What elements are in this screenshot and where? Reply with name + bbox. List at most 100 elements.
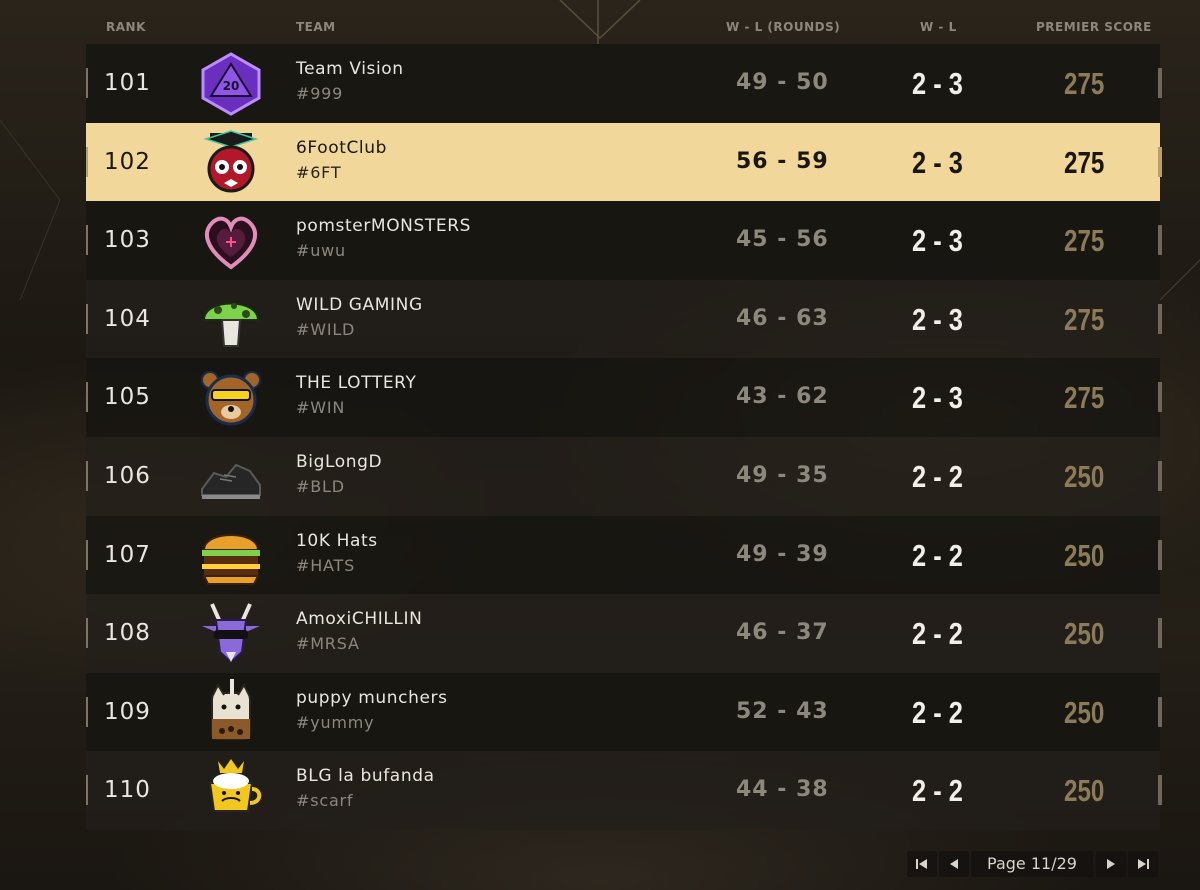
first-page-button[interactable] xyxy=(907,851,937,877)
row-edge-marker xyxy=(1158,225,1162,256)
bubble-tea-cat-icon xyxy=(211,678,251,740)
premier-score-value: 250 xyxy=(1064,694,1105,730)
svg-text:20: 20 xyxy=(223,79,240,93)
premier-score-value: 275 xyxy=(1064,144,1105,180)
row-edge-marker xyxy=(86,775,88,806)
wl-rounds-value: 56 - 59 xyxy=(736,148,829,174)
premier-score-value: 275 xyxy=(1064,66,1105,101)
team-tag: #WILD xyxy=(296,319,356,339)
team-tag: #uwu xyxy=(296,241,346,261)
chevron-right-icon xyxy=(1107,859,1115,869)
team-tag: #yummy xyxy=(296,712,375,732)
skip-last-icon xyxy=(1138,859,1149,869)
premier-score-value: 250 xyxy=(1064,773,1105,809)
team-name: 6FootClub xyxy=(296,137,388,158)
wl-value: 2 - 2 xyxy=(912,616,963,652)
wl-rounds-value: 43 - 62 xyxy=(736,384,829,410)
row-edge-marker xyxy=(1158,68,1162,98)
next-page-button[interactable] xyxy=(1096,851,1126,877)
team-row[interactable]: 108 AmoxiCHILLIN #MRSA 46 - 37 2 - 2 250 xyxy=(86,594,1162,673)
goat-sunglasses-icon xyxy=(202,603,260,664)
team-tag: #BLD xyxy=(296,476,345,496)
row-edge-marker xyxy=(1158,303,1162,334)
last-page-button[interactable] xyxy=(1128,851,1158,877)
row-edge-marker xyxy=(86,539,88,570)
team-row[interactable]: 106 BigLongD #BLD 49 - 35 2 - 2 250 xyxy=(86,436,1162,516)
team-column-header: TEAM xyxy=(296,20,336,34)
team-row[interactable]: 102 6FootClub #6FT 56 - 59 2 - 3 275 xyxy=(86,122,1162,202)
row-edge-marker xyxy=(86,382,88,413)
team-tag: #WIN xyxy=(296,398,346,418)
team-tag: #999 xyxy=(296,84,344,103)
team-row[interactable]: 101 20 Team Vision #999 49 - 50 2 - 3 275 xyxy=(86,44,1162,123)
team-name: BLG la bufanda xyxy=(296,766,435,787)
mushroom-icon xyxy=(202,302,260,347)
team-rank: 108 xyxy=(104,620,151,647)
wl-value: 2 - 3 xyxy=(912,66,963,101)
team-tag: #scarf xyxy=(296,791,354,811)
team-row[interactable]: 105 THE LOTTERY #WIN 43 - 62 2 - 3 275 xyxy=(86,358,1162,437)
wl-rounds-value: 45 - 56 xyxy=(736,227,829,253)
team-rank: 104 xyxy=(104,305,151,332)
team-name: pomsterMONSTERS xyxy=(296,216,472,237)
team-row[interactable]: 110 BLG la bufanda #scarf 44 - 38 2 - 2 250 xyxy=(86,751,1162,830)
wl-rounds-value: 49 - 39 xyxy=(736,541,829,567)
page-indicator: Page 11/29 xyxy=(971,851,1093,877)
team-name: Team Vision xyxy=(296,59,404,79)
team-row[interactable]: 107 10K Hats #HATS 49 - 39 2 - 2 250 xyxy=(86,515,1162,595)
rank-column-header: RANK xyxy=(106,20,146,34)
wl-rounds-value: 49 - 50 xyxy=(736,70,829,95)
wl-column-header: W - L xyxy=(920,20,957,34)
leaderboard-table: 101 20 Team Vision #999 49 - 50 2 - 3 275 102 6F… xyxy=(86,44,1162,830)
team-tag: #MRSA xyxy=(296,634,360,654)
team-rank: 103 xyxy=(104,227,151,254)
row-edge-marker xyxy=(1158,539,1162,570)
wl-value: 2 - 3 xyxy=(912,380,963,416)
team-rank: 107 xyxy=(104,541,151,568)
chevron-left-icon xyxy=(950,859,958,869)
wl-value: 2 - 3 xyxy=(912,144,963,180)
premier-score-value: 275 xyxy=(1064,301,1105,337)
team-rank: 102 xyxy=(104,148,151,175)
row-edge-marker xyxy=(1158,146,1162,177)
previous-page-button[interactable] xyxy=(939,851,969,877)
team-tag: #HATS xyxy=(296,555,356,575)
wl-value: 2 - 2 xyxy=(912,773,963,809)
row-edge-marker xyxy=(86,460,88,491)
premier-score-column-header: PREMIER SCORE xyxy=(1036,20,1152,34)
purple-d20-dice-icon: 20 xyxy=(201,52,261,116)
premier-score-value: 250 xyxy=(1064,616,1105,652)
row-edge-marker xyxy=(86,303,88,334)
premier-score-value: 275 xyxy=(1064,380,1105,416)
bear-sunglasses-icon xyxy=(201,371,261,426)
row-edge-marker xyxy=(1158,382,1162,413)
leaderboard-header: RANK TEAM W - L (ROUNDS) W - L PREMIER S… xyxy=(86,0,1160,44)
row-edge-marker xyxy=(1158,775,1162,806)
wl-rounds-value: 52 - 43 xyxy=(736,698,829,724)
team-rank: 106 xyxy=(104,462,151,489)
team-row[interactable]: 103 pomsterMONSTERS #uwu 45 - 56 2 - 3 275 xyxy=(86,201,1162,280)
wl-rounds-value: 46 - 37 xyxy=(736,620,829,646)
row-edge-marker xyxy=(86,696,88,727)
row-edge-marker xyxy=(86,225,88,256)
team-rank: 101 xyxy=(104,70,151,96)
heart-icon xyxy=(205,216,257,270)
graduate-owl-icon xyxy=(203,129,259,193)
team-row[interactable]: 109 puppy munchers #yummy 52 - 43 2 - 2 250 xyxy=(86,672,1162,752)
team-rank: 105 xyxy=(104,384,151,411)
crowned-teacup-icon xyxy=(208,759,262,813)
wl-value: 2 - 2 xyxy=(912,694,963,730)
team-name: BigLongD xyxy=(296,451,383,472)
row-edge-marker xyxy=(86,146,88,177)
premier-score-value: 275 xyxy=(1064,223,1105,259)
skip-first-icon xyxy=(916,859,927,869)
team-name: puppy munchers xyxy=(296,687,448,708)
team-rank: 110 xyxy=(104,777,151,804)
sneaker-icon xyxy=(201,463,261,499)
row-edge-marker xyxy=(86,618,88,649)
wl-rounds-value: 49 - 35 xyxy=(736,462,829,488)
team-row[interactable]: 104 WILD GAMING #WILD 46 - 63 2 - 3 275 xyxy=(86,279,1162,359)
wl-value: 2 - 3 xyxy=(912,223,963,259)
wl-value: 2 - 2 xyxy=(912,537,963,573)
row-edge-marker xyxy=(1158,460,1162,491)
